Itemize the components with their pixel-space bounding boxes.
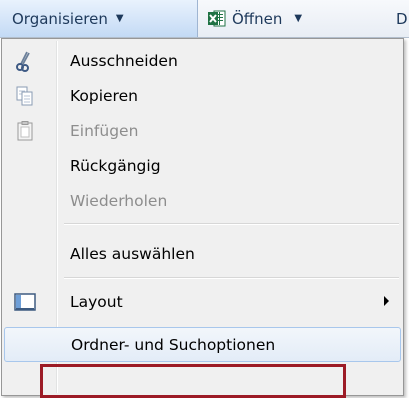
organize-menu: Ausschneiden Kopieren Einfügen Rückgängi… <box>1 38 404 396</box>
truncated-toolbar-button[interactable]: D <box>396 0 409 37</box>
menu-item-label: Ordner- und Suchoptionen <box>71 335 276 354</box>
layout-icon <box>14 291 36 313</box>
organize-label: Organisieren <box>12 9 108 28</box>
menu-item-cut[interactable]: Ausschneiden <box>4 43 401 78</box>
menu-item-label: Alles auswählen <box>70 244 195 263</box>
copy-icon <box>14 85 36 107</box>
excel-icon <box>207 9 226 28</box>
menu-separator <box>64 223 399 225</box>
command-bar: Organisieren ▼ Öffnen ▼ D <box>0 0 409 38</box>
menu-item-label: Rückgängig <box>70 156 161 175</box>
highlight-annotation-box <box>40 364 346 398</box>
organize-button[interactable]: Organisieren ▼ <box>0 0 198 37</box>
submenu-arrow-icon <box>384 296 389 306</box>
menu-item-paste[interactable]: Einfügen <box>4 113 401 148</box>
menu-item-label: Wiederholen <box>70 191 168 210</box>
menu-item-label: Ausschneiden <box>70 51 178 70</box>
menu-item-label: Einfügen <box>70 121 139 140</box>
truncated-toolbar-label: D <box>396 9 408 28</box>
scissors-icon <box>14 50 36 72</box>
chevron-down-icon: ▼ <box>115 13 124 24</box>
open-button[interactable]: Öffnen ▼ <box>206 0 366 37</box>
menu-item-label: Kopieren <box>70 86 138 105</box>
menu-item-folder-search-options[interactable]: Ordner- und Suchoptionen <box>4 327 401 362</box>
menu-item-layout[interactable]: Layout <box>4 284 401 319</box>
paste-icon <box>14 120 36 142</box>
menu-item-undo[interactable]: Rückgängig <box>4 148 401 183</box>
menu-item-copy[interactable]: Kopieren <box>4 78 401 113</box>
menu-item-redo[interactable]: Wiederholen <box>4 183 401 218</box>
menu-item-label: Layout <box>70 292 123 311</box>
explorer-window: Organisieren ▼ Öffnen ▼ D Ausschneiden K… <box>0 0 409 398</box>
menu-item-select-all[interactable]: Alles auswählen <box>4 236 401 271</box>
open-label: Öffnen <box>232 9 283 28</box>
chevron-down-icon: ▼ <box>294 13 303 24</box>
menu-separator <box>64 277 399 279</box>
